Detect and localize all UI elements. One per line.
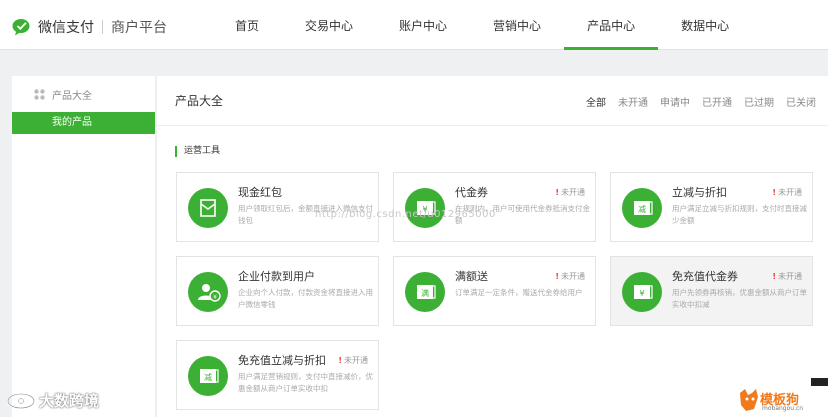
filter-expired[interactable]: 已过期 bbox=[744, 94, 774, 109]
dog-logo-icon bbox=[740, 389, 758, 411]
main-nav: 首页 交易中心 账户中心 营销中心 产品中心 数据中心 bbox=[212, 0, 752, 50]
nav-transactions[interactable]: 交易中心 bbox=[282, 0, 376, 50]
sidebar-group-header[interactable]: 产品大全 bbox=[12, 76, 155, 112]
status-badge: ! 未开通 bbox=[772, 272, 802, 281]
nav-account[interactable]: 账户中心 bbox=[376, 0, 470, 50]
alert-icon: ! bbox=[555, 188, 559, 197]
sidebar-item-my-products[interactable]: 我的产品 bbox=[12, 112, 155, 134]
svg-text:¥: ¥ bbox=[639, 289, 644, 298]
filter-all[interactable]: 全部 bbox=[586, 94, 606, 109]
product-card-voucher[interactable]: ¥ 代金券 ! 未开通 在规则内，用户可使用代金券抵消支付金额 bbox=[393, 172, 596, 242]
brand-name: 微信支付 bbox=[38, 20, 94, 36]
scrollbar-thumb[interactable] bbox=[811, 378, 828, 386]
status-badge: ! 未开通 bbox=[772, 188, 802, 197]
product-name: 满额送 bbox=[455, 270, 488, 283]
product-desc: 企业向个人付款，付款资金将直接进入用户微信零钱 bbox=[238, 288, 373, 309]
sidebar-group-title: 产品大全 bbox=[52, 90, 92, 102]
filter-closed[interactable]: 已关闭 bbox=[786, 94, 816, 109]
product-desc: 用户满足营销规则，支付中直接减价，优惠金额从商户订单实收中扣 bbox=[238, 372, 373, 393]
svg-text:减: 减 bbox=[204, 372, 212, 382]
product-icon-circle: 满 bbox=[405, 272, 445, 312]
filter-not-activated[interactable]: 未开通 bbox=[618, 94, 648, 109]
product-icon-circle: ¥ bbox=[622, 272, 662, 312]
product-card-free-recharge-discount[interactable]: 减 免充值立减与折扣 ! 未开通 用户满足营销规则，支付中直接减价，优惠金额从商户… bbox=[176, 340, 379, 410]
filter-applying[interactable]: 申请中 bbox=[660, 94, 690, 109]
product-name: 企业付款到用户 bbox=[238, 270, 315, 283]
brand-subtitle: 商户平台 bbox=[111, 20, 167, 36]
nav-products[interactable]: 产品中心 bbox=[564, 0, 659, 50]
nav-home[interactable]: 首页 bbox=[212, 0, 282, 50]
logo-divider bbox=[102, 20, 103, 34]
section-title: 运营工具 bbox=[175, 146, 220, 157]
product-name: 立减与折扣 bbox=[672, 186, 727, 199]
product-name: 现金红包 bbox=[238, 186, 282, 199]
payment-icon: ¥ bbox=[198, 284, 221, 302]
status-badge: ! 未开通 bbox=[338, 356, 368, 365]
corner-logo-text: 大数跨境 bbox=[39, 392, 100, 410]
alert-icon: ! bbox=[772, 188, 776, 197]
filter-activated[interactable]: 已开通 bbox=[702, 94, 732, 109]
product-card-discount[interactable]: 减 立减与折扣 ! 未开通 用户满足立减与折扣规则，支付时直接减少金额 bbox=[610, 172, 813, 242]
product-name: 免充值代金券 bbox=[672, 270, 738, 283]
page-title: 产品大全 bbox=[175, 94, 224, 108]
status-filters: 全部 未开通 申请中 已开通 已过期 已关闭 bbox=[574, 94, 816, 109]
site-brand-badge: 模板狗 mobangou.cn bbox=[738, 383, 828, 417]
alert-icon: ! bbox=[338, 356, 342, 365]
red-packet-icon bbox=[200, 199, 216, 217]
logo-mark-icon bbox=[7, 392, 35, 409]
grid-icon bbox=[34, 88, 45, 100]
product-card-enterprise-payment[interactable]: ¥ 企业付款到用户 企业向个人付款，付款资金将直接进入用户微信零钱 bbox=[176, 256, 379, 326]
discount-icon: 减 bbox=[200, 369, 219, 383]
wechat-logo-icon bbox=[12, 19, 30, 36]
product-card-cash-red-packet[interactable]: 现金红包 用户领取红包后，金额直接进入微信支付钱包 bbox=[176, 172, 379, 242]
product-name: 代金券 bbox=[455, 186, 488, 199]
alert-icon: ! bbox=[772, 272, 776, 281]
svg-text:满: 满 bbox=[421, 288, 429, 298]
sidebar: 产品大全 我的产品 bbox=[12, 76, 155, 417]
product-icon-circle: 减 bbox=[622, 188, 662, 228]
svg-text:减: 减 bbox=[638, 204, 646, 214]
product-icon-circle bbox=[188, 188, 228, 228]
blog-watermark: http://blog.csdn.net/u012965000 bbox=[315, 209, 496, 220]
product-card-full-gift[interactable]: 满 满额送 ! 未开通 订单满足一定条件，赠送代金券给用户 bbox=[393, 256, 596, 326]
status-badge: ! 未开通 bbox=[555, 272, 585, 281]
product-card-free-recharge-voucher[interactable]: ¥ 免充值代金券 ! 未开通 用户先领券再核销，优惠金额从商户订单实收中扣减 bbox=[610, 256, 813, 326]
product-icon-circle: ¥ bbox=[405, 188, 445, 228]
brand-url-text: mobangou.cn bbox=[762, 405, 804, 412]
voucher-icon: ¥ bbox=[634, 285, 653, 299]
top-navigation-bar: 微信支付 商户平台 首页 交易中心 账户中心 营销中心 产品中心 数据中心 bbox=[0, 0, 828, 50]
product-icon-circle: 减 bbox=[188, 356, 228, 396]
voucher-icon: ¥ bbox=[417, 201, 436, 215]
product-icon-circle: ¥ bbox=[188, 272, 228, 312]
product-desc: 用户满足立减与折扣规则，支付时直接减少金额 bbox=[672, 204, 807, 225]
main-header: 产品大全 全部 未开通 申请中 已开通 已过期 已关闭 bbox=[157, 76, 828, 126]
wechat-pay-logo[interactable]: 微信支付 商户平台 bbox=[12, 17, 167, 37]
nav-data[interactable]: 数据中心 bbox=[658, 0, 752, 50]
product-desc: 用户先领券再核销，优惠金额从商户订单实收中扣减 bbox=[672, 288, 807, 309]
discount-icon: 减 bbox=[634, 201, 653, 215]
full-gift-icon: 满 bbox=[417, 285, 436, 299]
svg-text:¥: ¥ bbox=[213, 294, 217, 301]
product-desc: 订单满足一定条件，赠送代金券给用户 bbox=[455, 288, 583, 297]
product-name: 免充值立减与折扣 bbox=[238, 354, 326, 367]
main-panel: 产品大全 全部 未开通 申请中 已开通 已过期 已关闭 运营工具 现金红包 用户… bbox=[157, 76, 828, 417]
status-badge: ! 未开通 bbox=[555, 188, 585, 197]
nav-marketing[interactable]: 营销中心 bbox=[470, 0, 564, 50]
corner-watermark-logo: 大数跨境 bbox=[6, 390, 99, 411]
alert-icon: ! bbox=[555, 272, 559, 281]
